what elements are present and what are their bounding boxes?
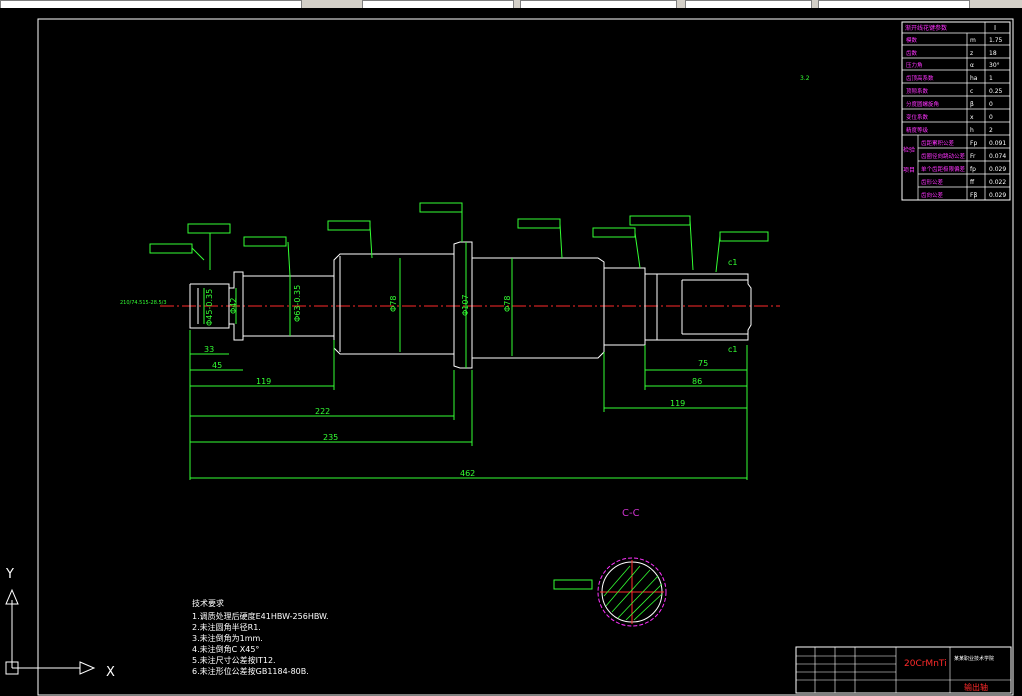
table-cell-label: 变位系数 (906, 113, 929, 121)
table-cell-sym: Fr (970, 153, 976, 160)
dim-phi107: Φ107 (461, 294, 470, 316)
table-cell-sym: fp (970, 166, 976, 173)
table-cell-sym: x (970, 114, 974, 121)
dim-33: 33 (204, 345, 214, 354)
table-cell-label: 精度等级 (906, 126, 929, 134)
notes-title: 技术要求 (192, 598, 224, 608)
dim-86: 86 (692, 377, 702, 386)
table-cell-sym: α (970, 62, 974, 69)
table-cell-val: 0.091 (989, 140, 1006, 147)
note-6: 6.未注形位公差按GB1184-80B. (192, 666, 309, 676)
table-cell-sym: Fp (970, 140, 977, 147)
table-cell-label: 顶隙系数 (906, 87, 929, 95)
table-header: 渐开线花键参数 (905, 24, 947, 32)
table-cell-sym: ha (970, 75, 978, 82)
ucs-x-label: X (106, 665, 115, 680)
dim-c1-bottom: c1 (728, 345, 738, 354)
model-space (0, 8, 1022, 696)
dim-235: 235 (323, 433, 338, 442)
table-cell-val: 0.022 (989, 179, 1006, 186)
dim-222: 222 (315, 407, 330, 416)
dim-45: 45 (212, 361, 222, 370)
material-label: 20CrMnTi (904, 659, 947, 669)
dim-462: 462 (460, 469, 475, 478)
table-cell-sym: c (970, 88, 973, 95)
table-header-value: I (994, 24, 996, 32)
table-cell-val: 0.25 (989, 88, 1003, 95)
table-cell-label: 压力角 (906, 61, 923, 69)
table-cell-val: 0 (989, 114, 993, 121)
note-1: 1.调质处理后硬度E41HBW-256HBW. (192, 611, 329, 621)
table-cell-val: 0.029 (989, 166, 1006, 173)
table-cell-val: 30° (989, 62, 1000, 69)
table-cell-sym: z (970, 50, 973, 57)
note-5: 5.未注尺寸公差按IT12. (192, 655, 276, 665)
drawing-canvas[interactable]: 33 45 119 222 235 462 75 86 119 c1 c1 Φ7… (0, 8, 1022, 696)
table-cell-val: 1 (989, 75, 993, 82)
table-cell-val: 0.074 (989, 153, 1006, 160)
table-cell-label: 分度圆螺旋角 (906, 100, 939, 108)
dim-phi63: Φ63-0.35 (293, 285, 302, 322)
table-cell-sym: h (970, 127, 974, 134)
table-cell-sym: Fβ (970, 192, 977, 199)
table-cell-val: 18 (989, 50, 997, 57)
table-cell-val: 0.029 (989, 192, 1006, 199)
dim-c1-top: c1 (728, 258, 738, 267)
dim-119a: 119 (256, 377, 271, 386)
table-cell-label: 齿向公差 (921, 191, 944, 199)
table-cell-label: 单个齿距极限偏差 (921, 165, 966, 173)
part-name: 输出轴 (964, 682, 988, 692)
table-cell-sym: m (970, 37, 976, 44)
table-group-2: 项目 (903, 167, 915, 174)
table-cell-label: 模数 (906, 36, 918, 44)
dim-phi45: Φ45-0.35 (205, 289, 214, 326)
dim-119b: 119 (670, 399, 685, 408)
section-label: C-C (622, 508, 640, 519)
note-3: 3.未注倒角为1mm. (192, 633, 263, 643)
dim-phi78-right: Φ78 (503, 296, 512, 312)
table-cell-val: 0 (989, 101, 993, 108)
ucs-y-label: Y (5, 567, 14, 582)
roughness-label: 3.2 (800, 75, 810, 82)
left-note: 210/74.515-28.5/3 (120, 300, 167, 306)
table-cell-label: 齿数 (906, 49, 918, 57)
table-cell-sym: β (970, 101, 974, 108)
school-name: 某某职业技术学院 (954, 655, 994, 662)
dim-75: 75 (698, 359, 708, 368)
dim-phi42: Φ42 (229, 298, 238, 314)
table-cell-label: 齿圈径向跳动公差 (921, 152, 966, 160)
table-group-1: 检验 (903, 146, 915, 154)
note-4: 4.未注倒角C X45° (192, 644, 259, 654)
table-cell-label: 齿形公差 (921, 178, 944, 186)
table-cell-val: 2 (989, 127, 993, 134)
note-2: 2.未注圆角半径R1. (192, 622, 261, 632)
table-cell-val: 1.75 (989, 37, 1003, 44)
table-cell-label: 齿顶高系数 (906, 74, 934, 82)
table-cell-label: 齿距累积公差 (921, 139, 955, 147)
dim-phi78-left: Φ78 (389, 296, 398, 312)
